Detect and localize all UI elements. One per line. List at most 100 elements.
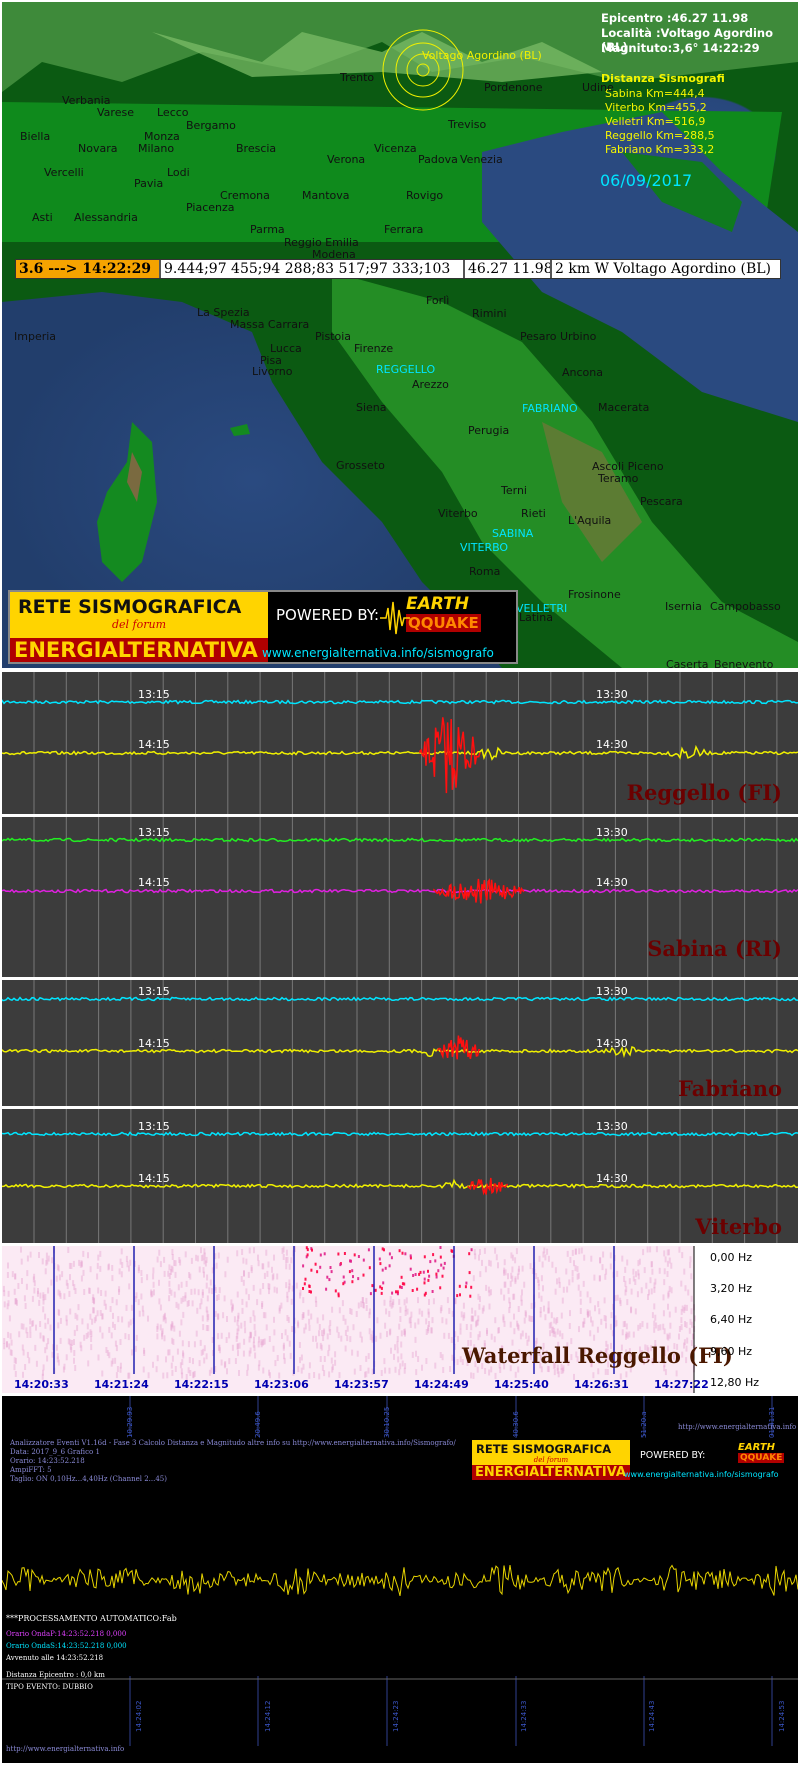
spectrogram-cell xyxy=(516,1320,519,1327)
spectrogram-cell xyxy=(289,1352,292,1359)
seismogram-sabina: 13:15 13:30 14:15 14:30 Sabina (RI) xyxy=(2,817,798,977)
time-label: 13:15 xyxy=(138,985,170,998)
spectrogram-cell xyxy=(681,1305,684,1312)
spectrogram-cell xyxy=(250,1332,252,1339)
spectrogram-cell xyxy=(494,1317,497,1324)
spectrogram-cell xyxy=(150,1289,153,1296)
spectrogram-cell xyxy=(553,1317,556,1324)
spectrogram-cell xyxy=(217,1333,220,1340)
spectrogram-cell xyxy=(468,1252,471,1256)
analyzer-header-line: AmpiFFT: 5 xyxy=(10,1466,52,1474)
spectrogram-cell xyxy=(3,1290,6,1297)
spectrogram-cell xyxy=(663,1328,666,1335)
city-label: Isernia xyxy=(665,600,702,613)
spectrogram-cell xyxy=(274,1360,277,1367)
spectrogram-cell xyxy=(687,1289,690,1296)
spectrogram-cell xyxy=(8,1315,11,1322)
time-label: 14:15 xyxy=(138,738,170,751)
spectrogram-cell xyxy=(85,1333,88,1339)
spectrogram-cell xyxy=(170,1362,173,1369)
spectrogram-cell xyxy=(367,1353,370,1360)
spectrogram-cell xyxy=(189,1273,192,1280)
spectrogram-cell xyxy=(650,1261,653,1268)
city-label: Macerata xyxy=(598,401,650,414)
spectrogram-cell xyxy=(18,1331,21,1338)
city-label: Milano xyxy=(138,142,175,155)
banner-energ-text: ENERGIALTERNATIVA xyxy=(10,638,268,662)
spectrogram-cell xyxy=(39,1332,42,1339)
spectrogram-cell xyxy=(414,1273,417,1276)
spectrogram-cell xyxy=(415,1369,418,1376)
spectrogram-cell xyxy=(236,1291,239,1298)
city-label: Forlì xyxy=(426,294,450,307)
spectrogram-cell xyxy=(214,1310,217,1317)
analyzer-url-top[interactable]: http://www.energialternativa.info xyxy=(678,1423,796,1431)
analyzer-tick: 14:24:43 xyxy=(648,1700,656,1732)
spectrogram-cell xyxy=(371,1330,374,1337)
spectrogram-cell xyxy=(418,1308,421,1315)
spectrogram-cell xyxy=(474,1253,477,1260)
spectrogram-cell xyxy=(514,1278,517,1285)
spectrogram-cell xyxy=(659,1324,662,1331)
spectrogram-cell xyxy=(321,1364,324,1371)
spectrogram-cell xyxy=(184,1251,187,1258)
spectrogram-cell xyxy=(515,1248,518,1255)
event-burst xyxy=(437,1035,481,1060)
spectrogram-cell xyxy=(483,1247,486,1254)
spectrogram-cell xyxy=(404,1363,407,1370)
spectrogram-cell xyxy=(381,1268,384,1272)
city-label: Siena xyxy=(356,401,387,414)
spectrogram-cell xyxy=(272,1273,275,1280)
city-label: Varese xyxy=(97,106,134,119)
spectrogram-cell xyxy=(417,1356,420,1362)
spectrogram-cell xyxy=(3,1338,6,1344)
spectrogram-cell xyxy=(346,1335,349,1342)
spectrogram-cell xyxy=(97,1354,100,1361)
spectrogram-cell xyxy=(6,1303,9,1310)
spectrogram-cell xyxy=(386,1331,388,1338)
spectrogram-cell xyxy=(184,1292,187,1299)
spectrogram-cell xyxy=(439,1255,442,1259)
spectrogram-cell xyxy=(155,1366,158,1373)
spectrogram-cell xyxy=(571,1276,574,1283)
spectrogram-cell xyxy=(479,1249,481,1255)
banner-url[interactable]: www.energialternativa.info/sismografo xyxy=(624,1470,779,1479)
spectrogram-cell xyxy=(76,1325,79,1332)
spectrogram-cell xyxy=(134,1345,137,1352)
spectrogram-cell xyxy=(47,1338,50,1345)
spectrogram-cell xyxy=(690,1295,693,1302)
spectrogram-cell xyxy=(257,1254,259,1261)
spectrogram-cell xyxy=(388,1310,391,1317)
spectrogram-cell xyxy=(247,1271,250,1278)
spectrogram-cell xyxy=(601,1264,604,1271)
city-label: Vercelli xyxy=(44,166,84,179)
spectrogram-cell xyxy=(624,1289,627,1296)
spectrogram-cell xyxy=(286,1315,289,1321)
analyzer-tick: 14:24:12 xyxy=(264,1700,272,1732)
spectrogram-cell xyxy=(379,1332,382,1339)
spectrogram-cell xyxy=(680,1324,683,1331)
waterfall-freq: 0,00 Hz xyxy=(710,1251,753,1264)
spectrogram-cell xyxy=(6,1341,8,1348)
city-label: Trento xyxy=(340,71,375,84)
spectrogram-cell xyxy=(159,1304,162,1311)
spectrogram-cell xyxy=(82,1250,85,1257)
banner-url[interactable]: www.energialternativa.info/sismografo xyxy=(262,646,494,660)
analyzer-tick: 14:24:53 xyxy=(778,1700,786,1732)
analyzer-url-bottom[interactable]: http://www.energialternativa.info xyxy=(6,1745,124,1753)
event-station-data: 9.444;97 455;94 288;83 517;97 333;103 xyxy=(161,260,465,278)
spectrogram-cell xyxy=(38,1252,40,1258)
spectrogram-cell xyxy=(223,1295,226,1302)
spectrogram-cell xyxy=(555,1318,558,1325)
spectrogram-cell xyxy=(264,1312,267,1319)
spectrogram-cell xyxy=(680,1280,683,1287)
spectrogram-cell xyxy=(276,1355,279,1361)
spectrogram-cell xyxy=(193,1288,196,1295)
spectrogram-cell xyxy=(423,1293,426,1297)
spectrogram-cell xyxy=(542,1285,544,1292)
spectrogram-cell xyxy=(34,1344,37,1351)
spectrogram-cell xyxy=(246,1369,249,1376)
spectrogram-cell xyxy=(422,1270,425,1274)
spectrogram-cell xyxy=(403,1329,406,1336)
spectrogram-cell xyxy=(316,1317,319,1324)
